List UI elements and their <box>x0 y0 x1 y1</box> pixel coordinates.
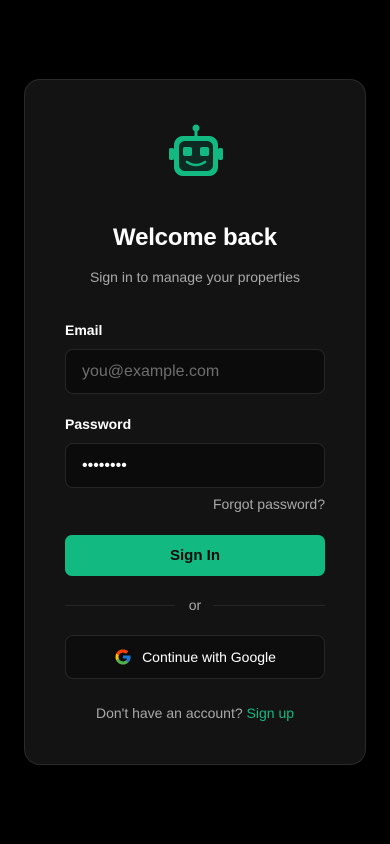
google-icon <box>115 649 131 665</box>
sign-in-card: Welcome back Sign in to manage your prop… <box>24 79 366 765</box>
page-subtitle: Sign in to manage your properties <box>89 269 301 285</box>
signup-prompt: Don't have an account? Sign up <box>25 705 365 721</box>
sign-up-link[interactable]: Sign up <box>247 705 294 721</box>
robot-icon <box>169 124 223 176</box>
sign-in-button[interactable]: Sign In <box>65 535 325 576</box>
signup-prompt-text: Don't have an account? <box>95 705 243 721</box>
password-field[interactable] <box>65 443 325 488</box>
forgot-password-link[interactable]: Forgot password? <box>213 496 325 512</box>
divider-line-right <box>213 605 325 606</box>
google-sign-in-button[interactable]: Continue with Google <box>65 635 325 679</box>
email-field[interactable] <box>65 349 325 394</box>
page-title: Welcome back <box>113 224 277 251</box>
email-label: Email <box>65 322 103 338</box>
password-label: Password <box>65 416 132 432</box>
google-button-label: Continue with Google <box>142 649 276 665</box>
